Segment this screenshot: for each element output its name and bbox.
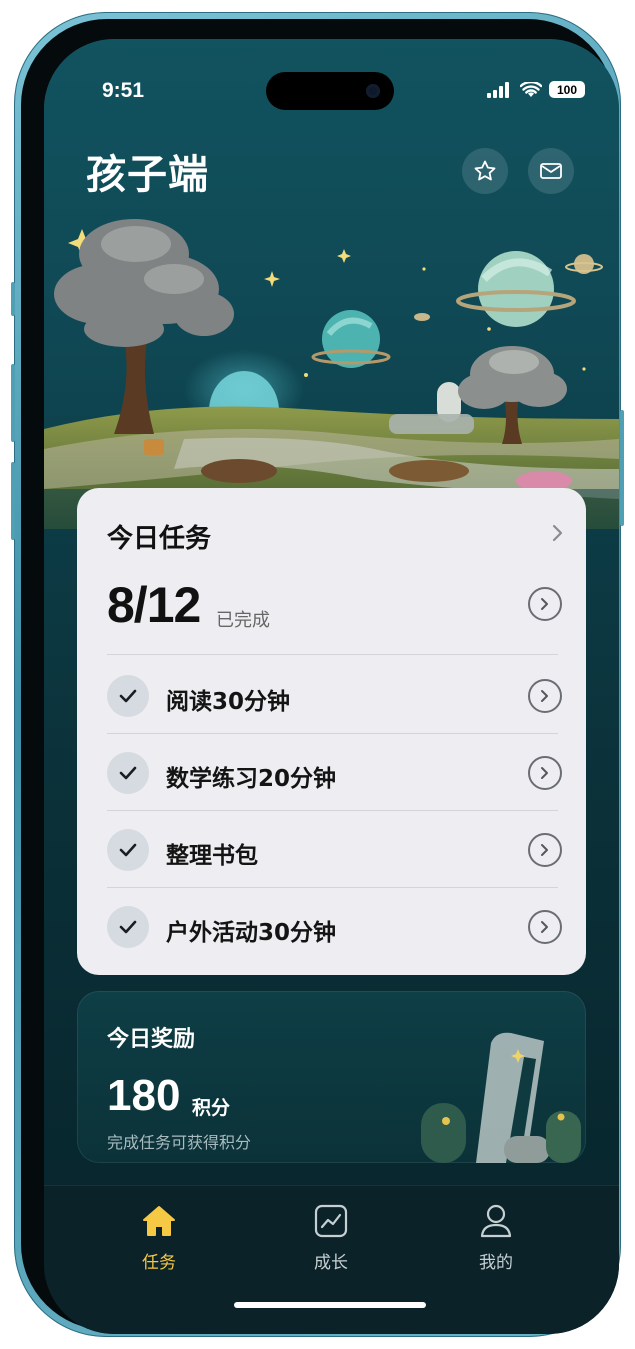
- side-button: [11, 282, 15, 316]
- volume-up-button: [11, 364, 15, 442]
- tasks-completed-label: 已完成: [216, 610, 270, 631]
- chart-icon: [314, 1204, 348, 1238]
- task-item[interactable]: 整理书包: [107, 812, 562, 889]
- task-open-button[interactable]: [528, 910, 562, 944]
- tab-label: 任务: [142, 1253, 176, 1273]
- divider: [107, 733, 558, 734]
- messages-button[interactable]: [528, 148, 574, 194]
- home-indicator[interactable]: [234, 1302, 426, 1308]
- chevron-right-icon[interactable]: [552, 524, 564, 542]
- task-item[interactable]: 数学练习20分钟: [107, 735, 562, 812]
- task-label: 整理书包: [166, 843, 258, 869]
- profile-icon: [480, 1204, 512, 1238]
- reward-description: 完成任务可获得积分: [107, 1133, 252, 1152]
- task-open-button[interactable]: [528, 679, 562, 713]
- tab-label: 我的: [479, 1253, 513, 1273]
- tab-bar: 任务 成长 我的: [44, 1185, 619, 1334]
- status-time: 9:51: [102, 79, 145, 102]
- divider: [107, 654, 558, 655]
- volume-down-button: [11, 462, 15, 540]
- power-button: [620, 410, 624, 526]
- tab-profile[interactable]: 我的: [451, 1202, 541, 1273]
- page-title: 孩子端: [86, 152, 209, 198]
- check-icon: [107, 829, 149, 871]
- wifi-icon: [520, 81, 542, 97]
- task-label: 户外活动30分钟: [166, 920, 337, 946]
- today-tasks-title: 今日任务: [107, 524, 212, 554]
- check-icon: [107, 906, 149, 948]
- chevron-right-icon: [541, 844, 548, 856]
- tasks-summary-arrow-button[interactable]: [528, 587, 562, 621]
- task-label: 数学练习20分钟: [166, 766, 337, 792]
- chevron-right-icon: [541, 690, 548, 702]
- fantasy-scene-illustration: [44, 39, 619, 529]
- tasks-completed-count: 8/12: [107, 577, 201, 633]
- app-screen: 9:51 100 孩子端 今日任务 8/12 已完成 阅读30分钟 数学练习20…: [44, 39, 619, 1334]
- divider: [107, 887, 558, 888]
- reward-points: 180: [107, 1071, 181, 1120]
- dynamic-island: [266, 72, 394, 110]
- star-icon: [474, 160, 496, 181]
- status-indicators: 100: [487, 81, 585, 98]
- today-reward-card[interactable]: 今日奖励 180 积分 完成任务可获得积分: [77, 991, 586, 1163]
- task-label: 阅读30分钟: [166, 689, 291, 715]
- reward-illustration: [421, 1032, 581, 1163]
- chevron-right-icon: [541, 598, 548, 610]
- signal-icon: [487, 81, 509, 98]
- reward-unit: 积分: [192, 1097, 231, 1119]
- mail-icon: [540, 163, 562, 179]
- phone-frame: 9:51 100 孩子端 今日任务 8/12 已完成 阅读30分钟 数学练习20…: [11, 12, 624, 1337]
- tab-tasks[interactable]: 任务: [114, 1202, 204, 1273]
- task-item[interactable]: 阅读30分钟: [107, 658, 562, 735]
- tab-growth[interactable]: 成长: [286, 1202, 376, 1273]
- chevron-right-icon: [541, 921, 548, 933]
- check-icon: [107, 752, 149, 794]
- task-item[interactable]: 户外活动30分钟: [107, 889, 562, 966]
- battery-indicator: 100: [549, 81, 585, 98]
- check-icon: [107, 675, 149, 717]
- task-open-button[interactable]: [528, 833, 562, 867]
- today-tasks-card: 今日任务 8/12 已完成 阅读30分钟 数学练习20分钟 整理书包 户外活动3…: [77, 488, 586, 975]
- home-icon: [143, 1206, 175, 1236]
- reward-title: 今日奖励: [107, 1027, 196, 1052]
- divider: [107, 810, 558, 811]
- favorites-button[interactable]: [462, 148, 508, 194]
- task-open-button[interactable]: [528, 756, 562, 790]
- chevron-right-icon: [541, 767, 548, 779]
- camera-icon: [366, 84, 380, 98]
- tab-label: 成长: [314, 1253, 348, 1273]
